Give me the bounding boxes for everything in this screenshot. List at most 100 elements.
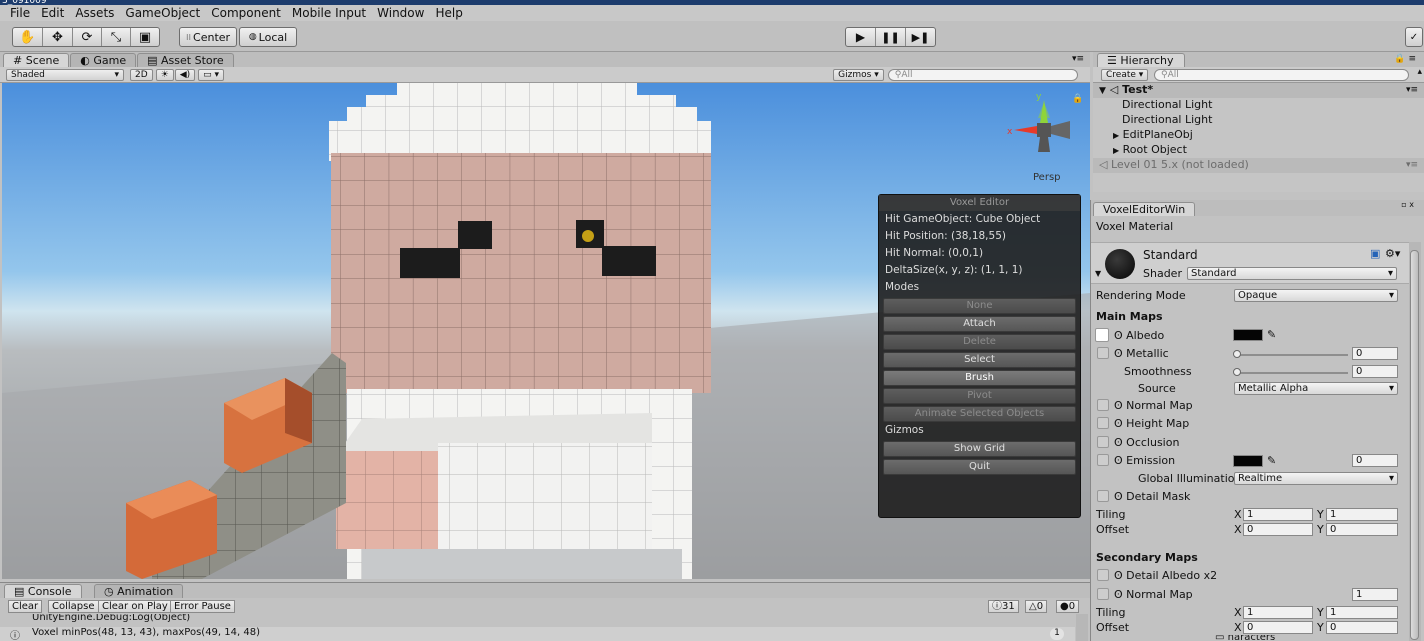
metallic-slider[interactable]	[1236, 354, 1348, 356]
console-error-pause-button[interactable]: Error Pause	[170, 600, 235, 613]
shader-dropdown[interactable]: Standard ▾	[1187, 267, 1397, 280]
tiling-x-field[interactable]: 1	[1243, 508, 1313, 521]
smoothness-field[interactable]: 0	[1352, 365, 1398, 378]
rotate-tool-icon[interactable]: ⟳	[73, 28, 102, 46]
detail-albedo-texture-slot[interactable]	[1097, 569, 1109, 581]
animate-selected-objects-button[interactable]: Animate Selected Objects	[883, 406, 1076, 422]
secondary-normal-texture-slot[interactable]	[1097, 588, 1109, 600]
tab-asset-store[interactable]: ▤ Asset Store	[137, 53, 234, 67]
window-max-icon[interactable]: ▫ x	[1401, 200, 1414, 209]
occlusion-texture-slot[interactable]	[1097, 436, 1109, 448]
metallic-field[interactable]: 0	[1352, 347, 1398, 360]
console-line-latest[interactable]: ⓘ Voxel minPos(48, 13, 43), maxPos(49, 1…	[0, 627, 1075, 641]
create-dropdown[interactable]: Create ▾	[1101, 69, 1149, 81]
smoothness-slider[interactable]	[1236, 372, 1348, 374]
inspector-scrollbar[interactable]	[1409, 242, 1421, 641]
mode-delete-button[interactable]: Delete	[883, 334, 1076, 350]
2d-toggle[interactable]: 2D	[130, 68, 153, 81]
tab-voxel-editor-win[interactable]: VoxelEditorWin	[1093, 202, 1196, 216]
menu-gameobject[interactable]: GameObject	[125, 6, 200, 20]
quit-button[interactable]: Quit	[883, 459, 1076, 475]
mode-select-button[interactable]: Select	[883, 352, 1076, 368]
secondary-tiling-y-field[interactable]: 1	[1326, 606, 1398, 619]
material-foldout-icon[interactable]: ▼	[1095, 269, 1101, 278]
hierarchy-item[interactable]: ▶ Root Object	[1093, 143, 1424, 158]
eyedropper-icon[interactable]: ✎	[1267, 328, 1276, 341]
pause-icon[interactable]: ❚❚	[876, 28, 906, 46]
smoothness-slider-knob[interactable]	[1233, 368, 1241, 376]
emission-texture-slot[interactable]	[1097, 454, 1109, 466]
hierarchy-lock-icon[interactable]: 🔒 ≡	[1394, 54, 1416, 64]
error-count-toggle[interactable]: ●0	[1056, 600, 1080, 613]
unloaded-scene-row[interactable]: ◁ Level 01 5.x (not loaded) ▾≡	[1093, 158, 1424, 173]
scale-tool-icon[interactable]: ⤡	[102, 28, 131, 46]
metallic-slider-knob[interactable]	[1233, 350, 1241, 358]
mode-brush-button[interactable]: Brush	[883, 370, 1076, 386]
mode-attach-button[interactable]: Attach	[883, 316, 1076, 332]
menu-component[interactable]: Component	[211, 6, 281, 20]
hand-tool-icon[interactable]: ✋	[13, 28, 43, 46]
hierarchy-item[interactable]: Directional Light	[1093, 98, 1424, 113]
pivot-center-button[interactable]: ⁝⁝ Center	[179, 27, 237, 47]
hierarchy-item[interactable]: Directional Light	[1093, 113, 1424, 128]
menu-assets[interactable]: Assets	[75, 6, 114, 20]
lighting-toggle-icon[interactable]: ☀	[155, 68, 174, 81]
shading-mode-dropdown[interactable]: Shaded ▾	[6, 68, 124, 81]
console-clear-on-play-button[interactable]: Clear on Play	[98, 600, 172, 613]
menu-file[interactable]: File	[10, 6, 30, 20]
rect-tool-icon[interactable]: ▣	[131, 28, 159, 46]
gear-icon[interactable]: ⚙▾	[1385, 247, 1400, 260]
menu-edit[interactable]: Edit	[41, 6, 64, 20]
scene-search-input[interactable]: ⚲All	[887, 68, 1078, 81]
metallic-texture-slot[interactable]	[1097, 347, 1109, 359]
secondary-offset-y-field[interactable]: 0	[1326, 621, 1398, 634]
secondary-tiling-x-field[interactable]: 1	[1243, 606, 1313, 619]
detail-mask-texture-slot[interactable]	[1097, 490, 1109, 502]
albedo-texture-slot[interactable]	[1095, 328, 1109, 342]
tab-console[interactable]: ▤ Console	[4, 584, 82, 598]
step-icon[interactable]: ▶❚	[906, 28, 935, 46]
scene-menu-icon[interactable]: ▾≡	[1406, 158, 1418, 172]
rendering-mode-dropdown[interactable]: Opaque ▾	[1234, 289, 1398, 302]
tab-game[interactable]: ◐ Game	[70, 53, 137, 67]
panel-menu-icon[interactable]: ▾≡	[1072, 54, 1084, 64]
tab-hierarchy[interactable]: ☰ Hierarchy	[1097, 53, 1185, 67]
secondary-normal-scale-field[interactable]: 1	[1352, 588, 1398, 601]
warning-count-toggle[interactable]: △0	[1025, 600, 1048, 613]
offset-x-field[interactable]: 0	[1243, 523, 1313, 536]
albedo-color-swatch[interactable]	[1233, 329, 1263, 341]
scene-root-row[interactable]: ▼ ◁ Test* ▾≡	[1093, 83, 1424, 98]
tiling-y-field[interactable]: 1	[1326, 508, 1398, 521]
move-tool-icon[interactable]: ✥	[43, 28, 73, 46]
mode-pivot-button[interactable]: Pivot	[883, 388, 1076, 404]
secondary-offset-x-field[interactable]: 0	[1243, 621, 1313, 634]
space-local-button[interactable]: ◍ Local	[239, 27, 297, 47]
scene-menu-icon[interactable]: ▾≡	[1406, 83, 1418, 97]
offset-y-field[interactable]: 0	[1326, 523, 1398, 536]
console-collapse-button[interactable]: Collapse	[48, 600, 99, 613]
console-scrollbar[interactable]	[1076, 614, 1088, 641]
console-line-previous[interactable]: UnityEngine.Debug:Log(Object)	[0, 614, 1075, 626]
expand-icon[interactable]: ▼	[1099, 86, 1106, 96]
tab-scene[interactable]: # Scene	[3, 53, 70, 67]
hierarchy-item[interactable]: ▶ EditPlaneObj	[1093, 128, 1424, 143]
log-count-toggle[interactable]: ⓘ31	[988, 600, 1019, 613]
audio-toggle-icon[interactable]: ◀)	[174, 68, 196, 81]
global-illumination-dropdown[interactable]: Realtime ▾	[1234, 472, 1398, 485]
height-map-texture-slot[interactable]	[1097, 417, 1109, 429]
emission-color-swatch[interactable]	[1233, 455, 1263, 467]
menu-help[interactable]: Help	[435, 6, 462, 20]
emission-field[interactable]: 0	[1352, 454, 1398, 467]
eyedropper-icon[interactable]: ✎	[1267, 454, 1276, 467]
menu-window[interactable]: Window	[377, 6, 424, 20]
console-clear-button[interactable]: Clear	[8, 600, 43, 613]
menu-mobile-input[interactable]: Mobile Input	[292, 6, 366, 20]
effects-dropdown-icon[interactable]: ▭ ▾	[198, 68, 225, 81]
play-icon[interactable]: ▶	[846, 28, 876, 46]
show-grid-button[interactable]: Show Grid	[883, 441, 1076, 457]
normal-map-texture-slot[interactable]	[1097, 399, 1109, 411]
collapsed-arrow-icon[interactable]: ▶	[1113, 131, 1119, 140]
source-dropdown[interactable]: Metallic Alpha ▾	[1234, 382, 1398, 395]
collapsed-arrow-icon[interactable]: ▶	[1113, 146, 1119, 155]
mode-none-button[interactable]: None	[883, 298, 1076, 314]
